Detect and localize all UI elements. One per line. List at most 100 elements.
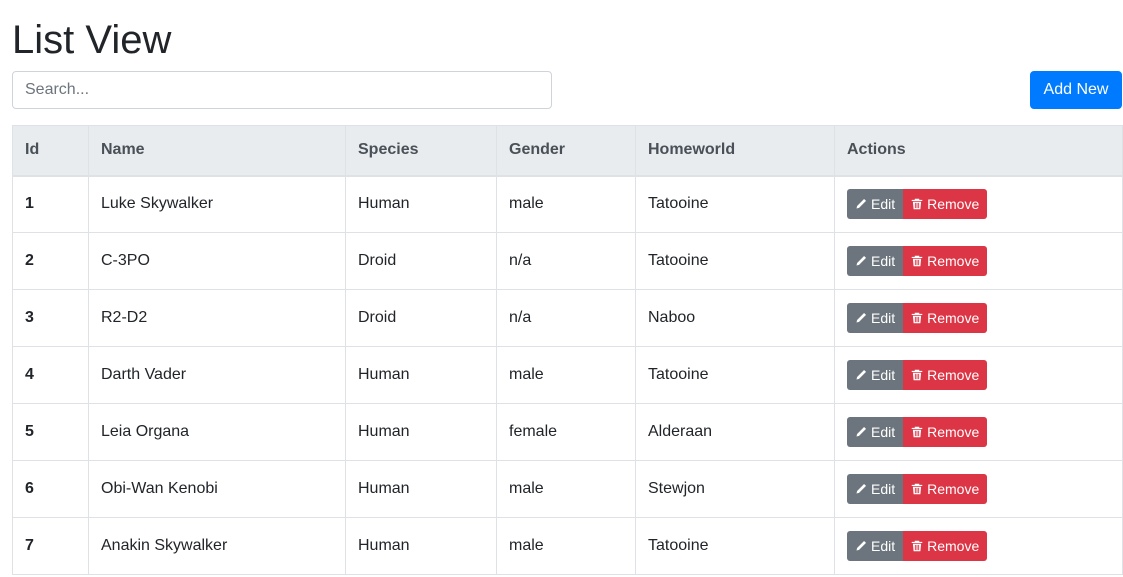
row-actions: Edit Remove [847, 246, 988, 276]
cell-id: 2 [12, 232, 89, 290]
list-view-page: List View Add New Id Name Species Gender… [0, 0, 1123, 577]
pencil-icon [855, 369, 867, 381]
add-new-button[interactable]: Add New [1030, 71, 1122, 109]
table-row: 6 Obi-Wan Kenobi Human male Stewjon Edit Remov… [12, 460, 1123, 518]
edit-button[interactable]: Edit [847, 189, 904, 220]
pencil-icon [855, 483, 867, 495]
cell-gender: n/a [496, 289, 636, 347]
column-header-gender[interactable]: Gender [496, 125, 636, 177]
trash-icon [911, 312, 923, 324]
cell-name: Anakin Skywalker [88, 517, 346, 575]
pencil-icon [855, 540, 867, 552]
remove-label: Remove [927, 253, 980, 269]
cell-name: Luke Skywalker [88, 175, 346, 233]
cell-species: Human [345, 403, 497, 461]
table-row: 1 Luke Skywalker Human male Tatooine Edit Remo… [12, 175, 1123, 233]
cell-name: R2-D2 [88, 289, 346, 347]
edit-button[interactable]: Edit [847, 303, 904, 333]
characters-table: Id Name Species Gender Homeworld Actions… [12, 125, 1123, 575]
cell-id: 1 [12, 175, 89, 233]
remove-label: Remove [927, 481, 980, 497]
cell-species: Human [345, 175, 497, 233]
pencil-icon [855, 198, 867, 210]
cell-actions: Edit Remove [834, 175, 1123, 233]
cell-actions: Edit Remove [834, 403, 1123, 461]
cell-name: Obi-Wan Kenobi [88, 460, 346, 518]
edit-button[interactable]: Edit [847, 531, 904, 561]
row-actions: Edit Remove [847, 417, 988, 447]
row-actions: Edit Remove [847, 189, 988, 220]
remove-button[interactable]: Remove [903, 189, 988, 220]
page-title: List View [12, 18, 172, 62]
remove-button[interactable]: Remove [903, 303, 988, 333]
column-header-id[interactable]: Id [12, 125, 89, 177]
table-row: 2 C-3PO Droid n/a Tatooine Edit Remove [12, 232, 1123, 290]
cell-species: Droid [345, 289, 497, 347]
cell-actions: Edit Remove [834, 232, 1123, 290]
cell-species: Droid [345, 232, 497, 290]
cell-id: 3 [12, 289, 89, 347]
edit-label: Edit [871, 196, 896, 213]
edit-label: Edit [871, 253, 896, 269]
cell-actions: Edit Remove [834, 346, 1123, 404]
edit-button[interactable]: Edit [847, 246, 904, 276]
remove-button[interactable]: Remove [903, 417, 988, 447]
cell-homeworld: Tatooine [635, 346, 835, 404]
edit-label: Edit [871, 367, 896, 383]
trash-icon [911, 198, 923, 210]
table-row: 4 Darth Vader Human male Tatooine Edit Remove [12, 346, 1123, 404]
cell-homeworld: Naboo [635, 289, 835, 347]
remove-button[interactable]: Remove [903, 360, 988, 390]
cell-homeworld: Tatooine [635, 175, 835, 233]
edit-label: Edit [871, 481, 896, 497]
cell-homeworld: Tatooine [635, 232, 835, 290]
cell-gender: male [496, 346, 636, 404]
column-header-homeworld[interactable]: Homeworld [635, 125, 835, 177]
cell-gender: male [496, 460, 636, 518]
cell-name: Leia Organa [88, 403, 346, 461]
edit-label: Edit [871, 310, 896, 326]
edit-label: Edit [871, 538, 896, 554]
row-actions: Edit Remove [847, 474, 988, 504]
column-header-name[interactable]: Name [88, 125, 346, 177]
cell-gender: female [496, 403, 636, 461]
cell-gender: male [496, 517, 636, 575]
cell-species: Human [345, 517, 497, 575]
table-row: 7 Anakin Skywalker Human male Tatooine Edit Re… [12, 517, 1123, 575]
cell-id: 7 [12, 517, 89, 575]
cell-species: Human [345, 346, 497, 404]
column-header-species[interactable]: Species [345, 125, 497, 177]
pencil-icon [855, 255, 867, 267]
search-input[interactable] [12, 71, 552, 109]
pencil-icon [855, 426, 867, 438]
cell-actions: Edit Remove [834, 460, 1123, 518]
edit-button[interactable]: Edit [847, 360, 904, 390]
table-header-row: Id Name Species Gender Homeworld Actions [12, 125, 1123, 177]
edit-button[interactable]: Edit [847, 474, 904, 504]
edit-button[interactable]: Edit [847, 417, 904, 447]
table-row: 5 Leia Organa Human female Alderaan Edit Remov… [12, 403, 1123, 461]
table-body: 1 Luke Skywalker Human male Tatooine Edit Remo… [12, 175, 1123, 575]
cell-homeworld: Stewjon [635, 460, 835, 518]
remove-label: Remove [927, 424, 980, 440]
table-row: 3 R2-D2 Droid n/a Naboo Edit Remove [12, 289, 1123, 347]
remove-button[interactable]: Remove [903, 531, 988, 561]
cell-homeworld: Alderaan [635, 403, 835, 461]
cell-homeworld: Tatooine [635, 517, 835, 575]
trash-icon [911, 426, 923, 438]
cell-gender: male [496, 175, 636, 233]
row-actions: Edit Remove [847, 531, 988, 561]
trash-icon [911, 255, 923, 267]
remove-label: Remove [927, 196, 980, 213]
remove-label: Remove [927, 538, 980, 554]
trash-icon [911, 540, 923, 552]
cell-name: C-3PO [88, 232, 346, 290]
row-actions: Edit Remove [847, 303, 988, 333]
remove-button[interactable]: Remove [903, 474, 988, 504]
trash-icon [911, 369, 923, 381]
remove-button[interactable]: Remove [903, 246, 988, 276]
edit-label: Edit [871, 424, 896, 440]
cell-species: Human [345, 460, 497, 518]
cell-name: Darth Vader [88, 346, 346, 404]
column-header-actions: Actions [834, 125, 1123, 177]
